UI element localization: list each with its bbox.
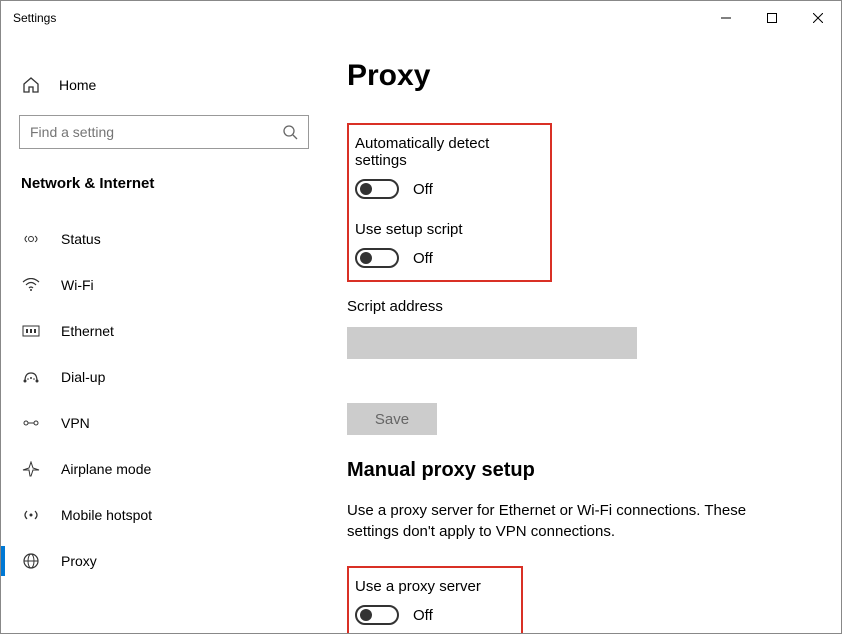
save-button[interactable]: Save bbox=[347, 403, 437, 435]
script-address-group: Script address bbox=[347, 298, 811, 359]
sidebar-item-label: Mobile hotspot bbox=[61, 507, 152, 523]
search-icon bbox=[282, 124, 298, 140]
auto-detect-group: Automatically detect settings Off bbox=[355, 135, 540, 199]
body: Home Network & Internet Status bbox=[1, 35, 841, 633]
sidebar-item-dialup[interactable]: Dial-up bbox=[1, 354, 323, 400]
setup-script-state: Off bbox=[413, 250, 433, 267]
settings-window: Settings Home bbox=[0, 0, 842, 634]
setup-script-label: Use setup script bbox=[355, 221, 540, 238]
setup-script-toggle[interactable] bbox=[355, 248, 399, 268]
sidebar-item-label: Ethernet bbox=[61, 323, 114, 339]
home-icon bbox=[21, 75, 41, 95]
window-controls bbox=[703, 1, 841, 35]
script-address-input[interactable] bbox=[347, 327, 637, 359]
dialup-icon bbox=[21, 368, 41, 386]
titlebar: Settings bbox=[1, 1, 841, 35]
minimize-button[interactable] bbox=[703, 1, 749, 35]
airplane-icon bbox=[21, 460, 41, 478]
auto-detect-toggle-row: Off bbox=[355, 179, 540, 199]
page-title: Proxy bbox=[347, 59, 811, 93]
hotspot-icon bbox=[21, 506, 41, 524]
sidebar-item-label: Dial-up bbox=[61, 369, 105, 385]
sidebar-item-label: Status bbox=[61, 231, 101, 247]
window-title: Settings bbox=[13, 11, 56, 25]
status-icon bbox=[21, 230, 41, 248]
close-icon bbox=[813, 13, 823, 23]
maximize-icon bbox=[767, 13, 777, 23]
setup-script-toggle-row: Off bbox=[355, 248, 540, 268]
section-header: Network & Internet bbox=[1, 165, 323, 202]
home-link[interactable]: Home bbox=[1, 63, 323, 107]
use-proxy-label: Use a proxy server bbox=[355, 578, 511, 595]
content: Proxy Automatically detect settings Off … bbox=[323, 35, 841, 633]
vpn-icon bbox=[21, 414, 41, 432]
sidebar-item-airplane[interactable]: Airplane mode bbox=[1, 446, 323, 492]
sidebar-item-label: Wi-Fi bbox=[61, 277, 94, 293]
sidebar-item-ethernet[interactable]: Ethernet bbox=[1, 308, 323, 354]
ethernet-icon bbox=[21, 322, 41, 340]
auto-detect-state: Off bbox=[413, 181, 433, 198]
auto-proxy-highlight: Automatically detect settings Off Use se… bbox=[347, 123, 552, 282]
sidebar-item-wifi[interactable]: Wi-Fi bbox=[1, 262, 323, 308]
manual-heading: Manual proxy setup bbox=[347, 459, 811, 482]
nav: Status Wi-Fi Ethernet bbox=[1, 216, 323, 584]
proxy-icon bbox=[21, 552, 41, 570]
use-proxy-toggle-row: Off bbox=[355, 605, 511, 625]
sidebar-item-label: Airplane mode bbox=[61, 461, 151, 477]
sidebar-item-status[interactable]: Status bbox=[1, 216, 323, 262]
sidebar-item-label: VPN bbox=[61, 415, 90, 431]
sidebar-item-vpn[interactable]: VPN bbox=[1, 400, 323, 446]
wifi-icon bbox=[21, 276, 41, 294]
auto-detect-label: Automatically detect settings bbox=[355, 135, 540, 169]
setup-script-group: Use setup script Off bbox=[355, 221, 540, 268]
sidebar-item-label: Proxy bbox=[61, 553, 97, 569]
auto-detect-toggle[interactable] bbox=[355, 179, 399, 199]
close-button[interactable] bbox=[795, 1, 841, 35]
home-label: Home bbox=[59, 77, 96, 93]
search-input[interactable] bbox=[30, 124, 282, 140]
script-address-label: Script address bbox=[347, 298, 811, 315]
sidebar-item-hotspot[interactable]: Mobile hotspot bbox=[1, 492, 323, 538]
manual-description: Use a proxy server for Ethernet or Wi-Fi… bbox=[347, 500, 787, 542]
sidebar-item-proxy[interactable]: Proxy bbox=[1, 538, 323, 584]
use-proxy-highlight: Use a proxy server Off bbox=[347, 566, 523, 633]
search-wrap bbox=[1, 115, 323, 149]
use-proxy-state: Off bbox=[413, 607, 433, 624]
minimize-icon bbox=[721, 13, 731, 23]
maximize-button[interactable] bbox=[749, 1, 795, 35]
search-box[interactable] bbox=[19, 115, 309, 149]
sidebar: Home Network & Internet Status bbox=[1, 35, 323, 633]
use-proxy-toggle[interactable] bbox=[355, 605, 399, 625]
